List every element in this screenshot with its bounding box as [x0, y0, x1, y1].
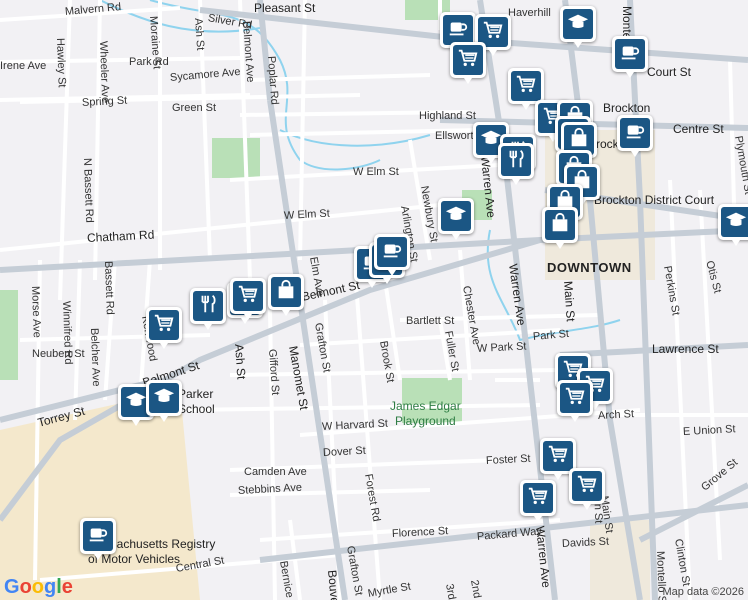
street-label: Bartlett St	[406, 315, 455, 327]
fork-knife-icon	[197, 293, 219, 320]
map-pin[interactable]	[718, 204, 748, 246]
place-label: James Edgar	[390, 399, 461, 413]
map-pin[interactable]	[438, 198, 474, 240]
cart-icon	[515, 73, 537, 100]
street-label: Ash St	[232, 343, 249, 380]
map-attribution: Map data ©2026	[662, 586, 745, 598]
place-label: Brockton District Court	[594, 193, 715, 207]
map-pin[interactable]	[268, 274, 304, 316]
cart-icon	[547, 443, 569, 470]
street-label: Bassett Rd	[102, 260, 116, 315]
street-label: Dover St	[322, 444, 367, 459]
cart-icon	[527, 485, 549, 512]
street-label: W Elm St	[283, 207, 331, 222]
bag-icon	[549, 212, 571, 239]
street-label: N Bassett Rd	[81, 157, 96, 223]
street-label: Irene Ave	[0, 60, 47, 72]
map-pin[interactable]	[520, 480, 556, 522]
place-label: Playground	[395, 414, 456, 428]
street-label: Green St	[172, 102, 217, 114]
street-label: Centre St	[673, 122, 724, 136]
cart-icon	[237, 283, 259, 310]
google-logo[interactable]: Google	[4, 576, 73, 599]
street-label: Wheeler Ave	[97, 40, 112, 104]
street-label: Haverhill	[508, 7, 551, 19]
street-label: Ash St	[192, 17, 207, 51]
graduation-cap-icon	[725, 209, 747, 236]
cup-icon	[619, 41, 641, 68]
park-area	[0, 290, 18, 380]
graduation-cap-icon	[445, 203, 467, 230]
street-label: Foster St	[485, 452, 531, 467]
street-label: Court St	[647, 65, 692, 79]
map-pin[interactable]	[498, 143, 534, 185]
cup-icon	[381, 239, 403, 266]
place-label: Brockton	[603, 101, 651, 115]
bag-icon	[275, 279, 297, 306]
cup-icon	[447, 17, 469, 44]
street-label: Spring St	[81, 94, 128, 109]
place-label: DOWNTOWN	[547, 260, 632, 275]
map-pin[interactable]	[146, 380, 182, 422]
map-pin[interactable]	[450, 42, 486, 84]
map-pin[interactable]	[560, 6, 596, 48]
cart-icon	[153, 312, 175, 339]
park-area	[212, 138, 260, 178]
fork-knife-icon	[505, 148, 527, 175]
cart-icon	[576, 473, 598, 500]
map-pin[interactable]	[508, 68, 544, 110]
graduation-cap-icon	[153, 385, 175, 412]
place-label: Parker	[178, 387, 214, 401]
map-pin[interactable]	[617, 115, 653, 157]
cart-icon	[457, 47, 479, 74]
map-pin[interactable]	[146, 307, 182, 349]
street-label: Morse Ave	[29, 285, 43, 338]
map-pin[interactable]	[230, 278, 266, 320]
map-canvas[interactable]: Malvern Rd Silver Rd Pleasant St Hawley St W…	[0, 0, 748, 600]
map-pin[interactable]	[374, 234, 410, 276]
map-pin[interactable]	[569, 468, 605, 510]
street-label: Davids St	[561, 535, 610, 550]
street-label: Lawrence St	[652, 342, 719, 356]
cup-icon	[87, 523, 109, 550]
street-label: Chatham Rd	[86, 227, 155, 245]
map-pin[interactable]	[542, 207, 578, 249]
graduation-cap-icon	[125, 389, 147, 416]
graduation-cap-icon	[567, 11, 589, 38]
place-label: School	[178, 402, 215, 416]
map-pin[interactable]	[557, 380, 593, 422]
street-label: W Elm St	[353, 166, 399, 178]
street-label: Camden Ave	[244, 466, 307, 478]
map-pin[interactable]	[612, 36, 648, 78]
street-label: Highland St	[419, 110, 476, 122]
cart-icon	[482, 19, 504, 46]
street-label: Bouve	[325, 569, 342, 600]
cup-icon	[624, 120, 646, 147]
street-label: Main St	[561, 280, 578, 323]
street-label: Arch St	[597, 408, 635, 422]
street-label: Pleasant St	[254, 1, 316, 15]
map-pin[interactable]	[80, 518, 116, 560]
street-label: Hawley St	[54, 37, 68, 88]
map-pin[interactable]	[190, 288, 226, 330]
street-label: Neubert St	[32, 348, 85, 360]
cart-icon	[564, 385, 586, 412]
street-label: Park Rd	[129, 56, 169, 68]
street-label: Belcher Ave	[88, 327, 103, 387]
